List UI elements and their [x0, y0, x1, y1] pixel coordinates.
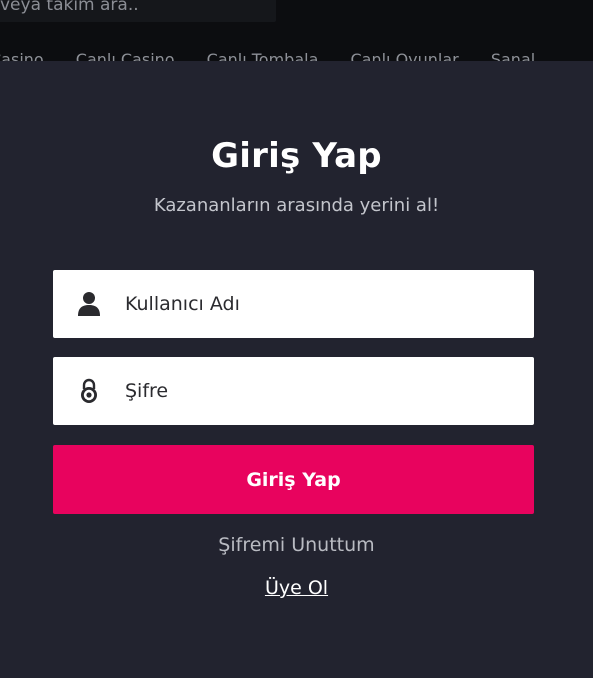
- background-header: veya takım ara.. Casino Canlı Casino Can…: [0, 0, 593, 62]
- background-search-input[interactable]: veya takım ara..: [0, 0, 276, 22]
- login-subtitle: Kazananların arasında yerini al!: [153, 195, 440, 216]
- forgot-password-link[interactable]: Şifremi Unuttum: [0, 534, 593, 556]
- password-field[interactable]: [53, 357, 534, 425]
- page: veya takım ara.. Casino Canlı Casino Can…: [0, 0, 593, 678]
- password-input[interactable]: [125, 357, 525, 425]
- user-icon: [77, 291, 101, 317]
- login-button[interactable]: Giriş Yap: [53, 445, 534, 514]
- register-link[interactable]: Üye Ol: [0, 577, 593, 599]
- login-modal: Giriş Yap Kazananların arasında yerini a…: [0, 61, 593, 678]
- lock-icon: [77, 378, 101, 404]
- username-field[interactable]: [53, 270, 534, 338]
- login-title: Giriş Yap: [211, 136, 382, 176]
- username-input[interactable]: [125, 270, 525, 338]
